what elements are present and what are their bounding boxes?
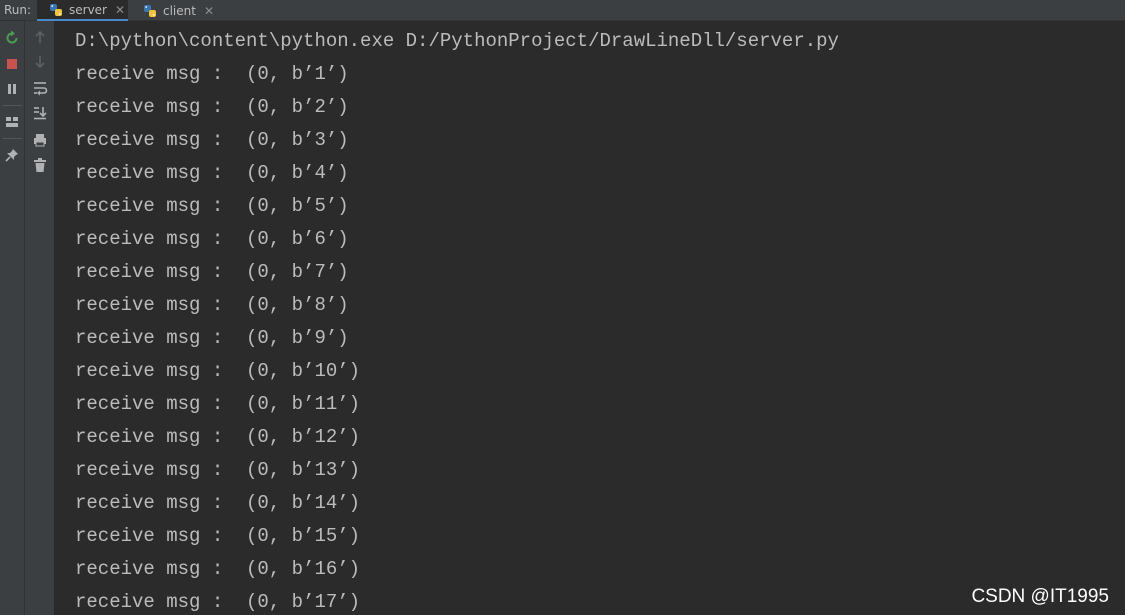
tab-client[interactable]: client ✕ [132, 0, 222, 21]
console-line: receive msg : (0, b’5’) [75, 195, 349, 217]
console-line: receive msg : (0, b’2’) [75, 96, 349, 118]
python-icon [49, 3, 63, 17]
console-line: receive msg : (0, b’6’) [75, 228, 349, 250]
watermark: CSDN @IT1995 [971, 586, 1109, 607]
console-command-line: D:\python\content\python.exe D:/PythonPr… [75, 30, 839, 52]
console-line: receive msg : (0, b’9’) [75, 327, 349, 349]
console-line: receive msg : (0, b’11’) [75, 393, 361, 415]
tab-server-label: server [69, 2, 107, 17]
console-line: receive msg : (0, b’12’) [75, 426, 361, 448]
console-line: receive msg : (0, b’7’) [75, 261, 349, 283]
run-tab-bar: Run: server ✕ client ✕ [0, 0, 1125, 21]
console-line: receive msg : (0, b’10’) [75, 360, 361, 382]
console-line: receive msg : (0, b’8’) [75, 294, 349, 316]
tab-server[interactable]: server ✕ [37, 0, 128, 21]
soft-wrap-icon[interactable] [32, 80, 48, 96]
print-icon[interactable] [32, 132, 48, 148]
python-icon [143, 4, 157, 18]
console-line: receive msg : (0, b’1’) [75, 63, 349, 85]
separator [3, 105, 22, 106]
run-label: Run: [4, 3, 32, 17]
up-arrow-icon[interactable] [32, 29, 48, 45]
close-icon[interactable]: ✕ [115, 3, 125, 17]
delete-icon[interactable] [32, 157, 48, 173]
tab-client-label: client [163, 3, 196, 18]
console-line: receive msg : (0, b’16’) [75, 558, 361, 580]
console-actions-toolbar [25, 21, 55, 615]
separator [3, 138, 22, 139]
console-line: receive msg : (0, b’14’) [75, 492, 361, 514]
stop-icon[interactable] [4, 56, 20, 72]
console-line: receive msg : (0, b’3’) [75, 129, 349, 151]
run-tool-window: Run: server ✕ client ✕ D:\python\content… [0, 0, 1125, 615]
rerun-icon[interactable] [4, 30, 20, 46]
down-arrow-icon[interactable] [32, 54, 48, 70]
console-line: receive msg : (0, b’4’) [75, 162, 349, 184]
pin-icon[interactable] [4, 147, 20, 163]
pause-icon[interactable] [4, 81, 20, 97]
close-icon[interactable]: ✕ [204, 4, 214, 18]
console-line: receive msg : (0, b’13’) [75, 459, 361, 481]
run-controls-toolbar [0, 21, 25, 615]
scroll-to-end-icon[interactable] [32, 105, 48, 121]
layout-icon[interactable] [4, 114, 20, 130]
console-line: receive msg : (0, b’17’) [75, 591, 361, 613]
console-line: receive msg : (0, b’15’) [75, 525, 361, 547]
console-output[interactable]: D:\python\content\python.exe D:/PythonPr… [55, 21, 1125, 615]
